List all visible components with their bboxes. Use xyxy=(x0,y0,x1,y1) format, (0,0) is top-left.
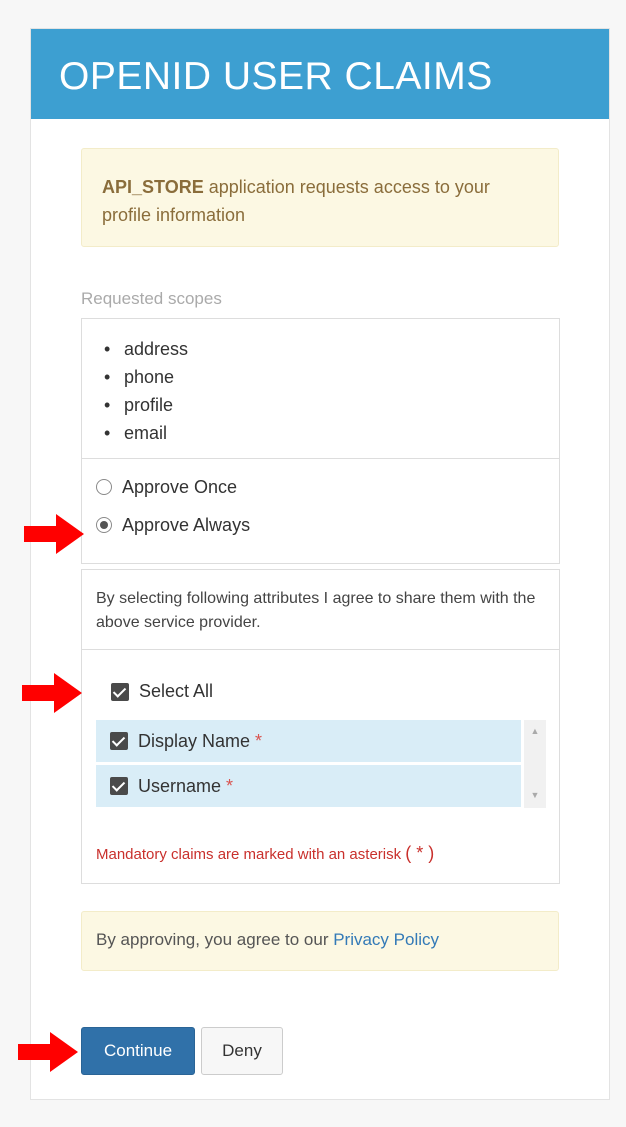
approve-once-radio[interactable] xyxy=(96,479,112,495)
username-checkbox[interactable] xyxy=(110,777,128,795)
scope-item-label: profile xyxy=(124,395,174,415)
annotation-arrow-icon xyxy=(24,514,84,554)
bullet-icon: • xyxy=(104,339,111,359)
select-all-option[interactable]: Select All xyxy=(111,681,213,702)
mandatory-note-text: Mandatory claims are marked with an aste… xyxy=(96,846,402,863)
page: OPENID USER CLAIMS API_STORE application… xyxy=(0,0,626,1127)
approve-once-option[interactable]: Approve Once xyxy=(96,473,237,501)
annotation-arrow-icon xyxy=(18,1032,78,1072)
claim-label: Display Name xyxy=(138,730,251,751)
mandatory-symbol: ( * ) xyxy=(405,843,435,863)
scope-item: • address xyxy=(82,335,559,363)
consent-card: OPENID USER CLAIMS API_STORE application… xyxy=(30,28,610,1100)
bullet-icon: • xyxy=(104,367,111,387)
scope-item-label: phone xyxy=(124,367,175,387)
claims-list[interactable]: Display Name * Username * ▲ ▼ xyxy=(96,720,546,808)
scroll-up-icon[interactable]: ▲ xyxy=(524,726,546,736)
scope-item: • phone xyxy=(82,363,559,391)
bullet-icon: • xyxy=(104,423,111,443)
privacy-text: By approving, you agree to our xyxy=(96,930,334,949)
claim-label: Username xyxy=(138,775,222,796)
approve-always-option[interactable]: Approve Always xyxy=(96,511,250,539)
page-title: OPENID USER CLAIMS xyxy=(59,55,493,98)
approve-always-label: Approve Always xyxy=(122,514,251,535)
privacy-alert: By approving, you agree to our Privacy P… xyxy=(81,911,559,971)
scope-item: • email xyxy=(82,419,559,447)
claims-scrollbar[interactable]: ▲ ▼ xyxy=(524,720,546,808)
attributes-intro: By selecting following attributes I agre… xyxy=(82,570,559,650)
annotation-arrow-icon xyxy=(22,673,82,713)
requested-scopes-label: Requested scopes xyxy=(81,289,222,308)
display-name-checkbox[interactable] xyxy=(110,732,128,750)
continue-button[interactable]: Continue xyxy=(81,1027,195,1075)
header-bar: OPENID USER CLAIMS xyxy=(31,29,609,119)
deny-button[interactable]: Deny xyxy=(201,1027,283,1075)
scopes-panel: • address • phone • profile • email Approve … xyxy=(81,318,560,564)
scope-list: • address • phone • profile • email xyxy=(82,319,559,459)
scope-item-label: email xyxy=(124,423,168,443)
app-consent-alert: API_STORE application requests access to… xyxy=(81,148,559,247)
mandatory-asterisk: * xyxy=(226,775,234,796)
select-all-label: Select All xyxy=(139,681,214,701)
scroll-down-icon[interactable]: ▼ xyxy=(524,790,546,800)
claim-row-username[interactable]: Username * xyxy=(96,765,521,807)
attributes-panel: By selecting following attributes I agre… xyxy=(81,569,560,884)
claim-row-display-name[interactable]: Display Name * xyxy=(96,720,521,762)
privacy-policy-link[interactable]: Privacy Policy xyxy=(333,930,439,949)
mandatory-claims-note: Mandatory claims are marked with an aste… xyxy=(96,843,434,864)
app-name: API_STORE xyxy=(102,177,204,197)
approve-always-radio[interactable] xyxy=(96,517,112,533)
scope-item-label: address xyxy=(124,339,189,359)
bullet-icon: • xyxy=(104,395,111,415)
scope-item: • profile xyxy=(82,391,559,419)
mandatory-asterisk: * xyxy=(255,730,263,751)
select-all-checkbox[interactable] xyxy=(111,682,129,701)
approve-once-label: Approve Once xyxy=(122,476,238,497)
